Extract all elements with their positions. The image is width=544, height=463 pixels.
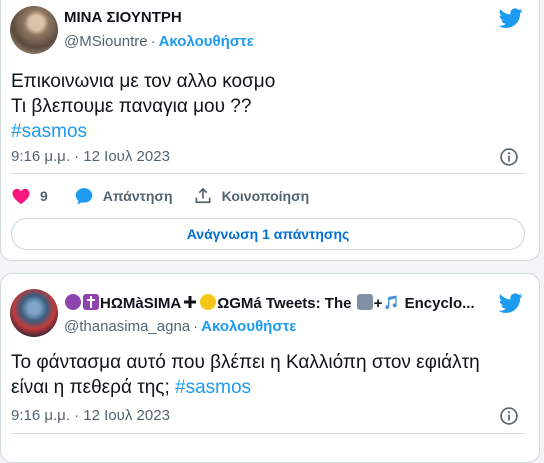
tweet-text-line-2: Τι βλεπουμε παναγια μου ?? — [11, 96, 252, 117]
avatar[interactable] — [10, 289, 58, 337]
timestamp[interactable]: 9:16 μ.μ. · 12 Ιουλ 2023 — [11, 407, 170, 424]
author-handle-row: @MSiountre · Ακολουθήστε — [64, 33, 254, 50]
divider — [11, 433, 525, 434]
heart-icon — [12, 188, 30, 204]
tweet-text-line-1: Το φάντασμα αυτό που βλέπει η Καλλιόπη σ… — [11, 352, 480, 373]
author-handle[interactable]: @MSiountre — [64, 33, 148, 50]
twitter-bird-icon[interactable] — [499, 6, 523, 30]
share-button[interactable]: Κοινοποίηση — [193, 186, 310, 206]
reply-button[interactable]: Απάντηση — [74, 186, 173, 206]
angel-emoji-icon — [200, 294, 217, 310]
author-name[interactable]: ΗΩΜàSIΜΑ ΩGΜá Tweets: The + Encyclo... — [64, 294, 475, 312]
reply-label: Απάντηση — [102, 188, 173, 204]
author-name-part-1: ΗΩΜàSIΜΑ — [100, 295, 182, 312]
tweet-card-1[interactable]: ΜΙΝΑ ΣΙΟΥΝΤΡΗ @MSiountre · Ακολουθήστε Επι… — [0, 0, 540, 261]
timestamp[interactable]: 9:16 μ.μ. · 12 Ιουλ 2023 — [11, 148, 170, 165]
devil-emoji-icon — [65, 294, 81, 310]
info-icon[interactable] — [499, 406, 519, 426]
tweet-text-line-1: Επικοινωνια με τον αλλο κοσμο — [11, 71, 276, 92]
share-icon — [195, 187, 211, 204]
author-handle-row: @thanasima_agna · Ακολουθήστε — [64, 318, 296, 335]
info-icon[interactable] — [499, 147, 519, 167]
tv-emoji-icon — [356, 294, 373, 310]
author-name-part-3: + — [373, 295, 383, 312]
plus-emoji-icon — [182, 294, 198, 310]
cross-emoji-icon — [83, 294, 99, 310]
follow-button[interactable]: Ακολουθήστε — [159, 33, 254, 50]
like-button[interactable]: 9 — [11, 186, 48, 206]
tweet-text-line-2: είναι η πεθερά της; — [11, 377, 170, 398]
like-count: 9 — [40, 188, 48, 204]
tweet-text: Το φάντασμα αυτό που βλέπει η Καλλιόπη σ… — [11, 350, 480, 400]
hashtag-link[interactable]: #sasmos — [11, 119, 275, 144]
tweet-card-2[interactable]: ΗΩΜàSIΜΑ ΩGΜá Tweets: The + Encyclo... @t… — [0, 273, 540, 463]
divider — [11, 173, 525, 174]
music-notes-emoji-icon — [383, 294, 399, 310]
tweet-text: Επικοινωνια με τον αλλο κοσμο Τι βλεπουμ… — [11, 69, 275, 144]
separator: · — [193, 318, 199, 335]
action-bar: 9 Απάντηση Κοινοποίηση — [11, 185, 329, 207]
avatar[interactable] — [10, 6, 58, 54]
follow-button[interactable]: Ακολουθήστε — [201, 318, 296, 335]
hashtag-link[interactable]: #sasmos — [175, 377, 251, 398]
reply-bubble-icon — [75, 188, 93, 204]
author-name-part-4: Encyclo... — [404, 295, 475, 312]
twitter-bird-icon[interactable] — [499, 291, 523, 315]
author-name-part-2: ΩGΜá Tweets: The — [217, 295, 352, 312]
share-label: Κοινοποίηση — [221, 188, 310, 204]
author-handle[interactable]: @thanasima_agna — [64, 318, 190, 335]
author-name[interactable]: ΜΙΝΑ ΣΙΟΥΝΤΡΗ — [64, 9, 182, 26]
read-replies-button[interactable]: Ανάγνωση 1 απάντησης — [11, 218, 525, 250]
separator: · — [150, 33, 156, 50]
